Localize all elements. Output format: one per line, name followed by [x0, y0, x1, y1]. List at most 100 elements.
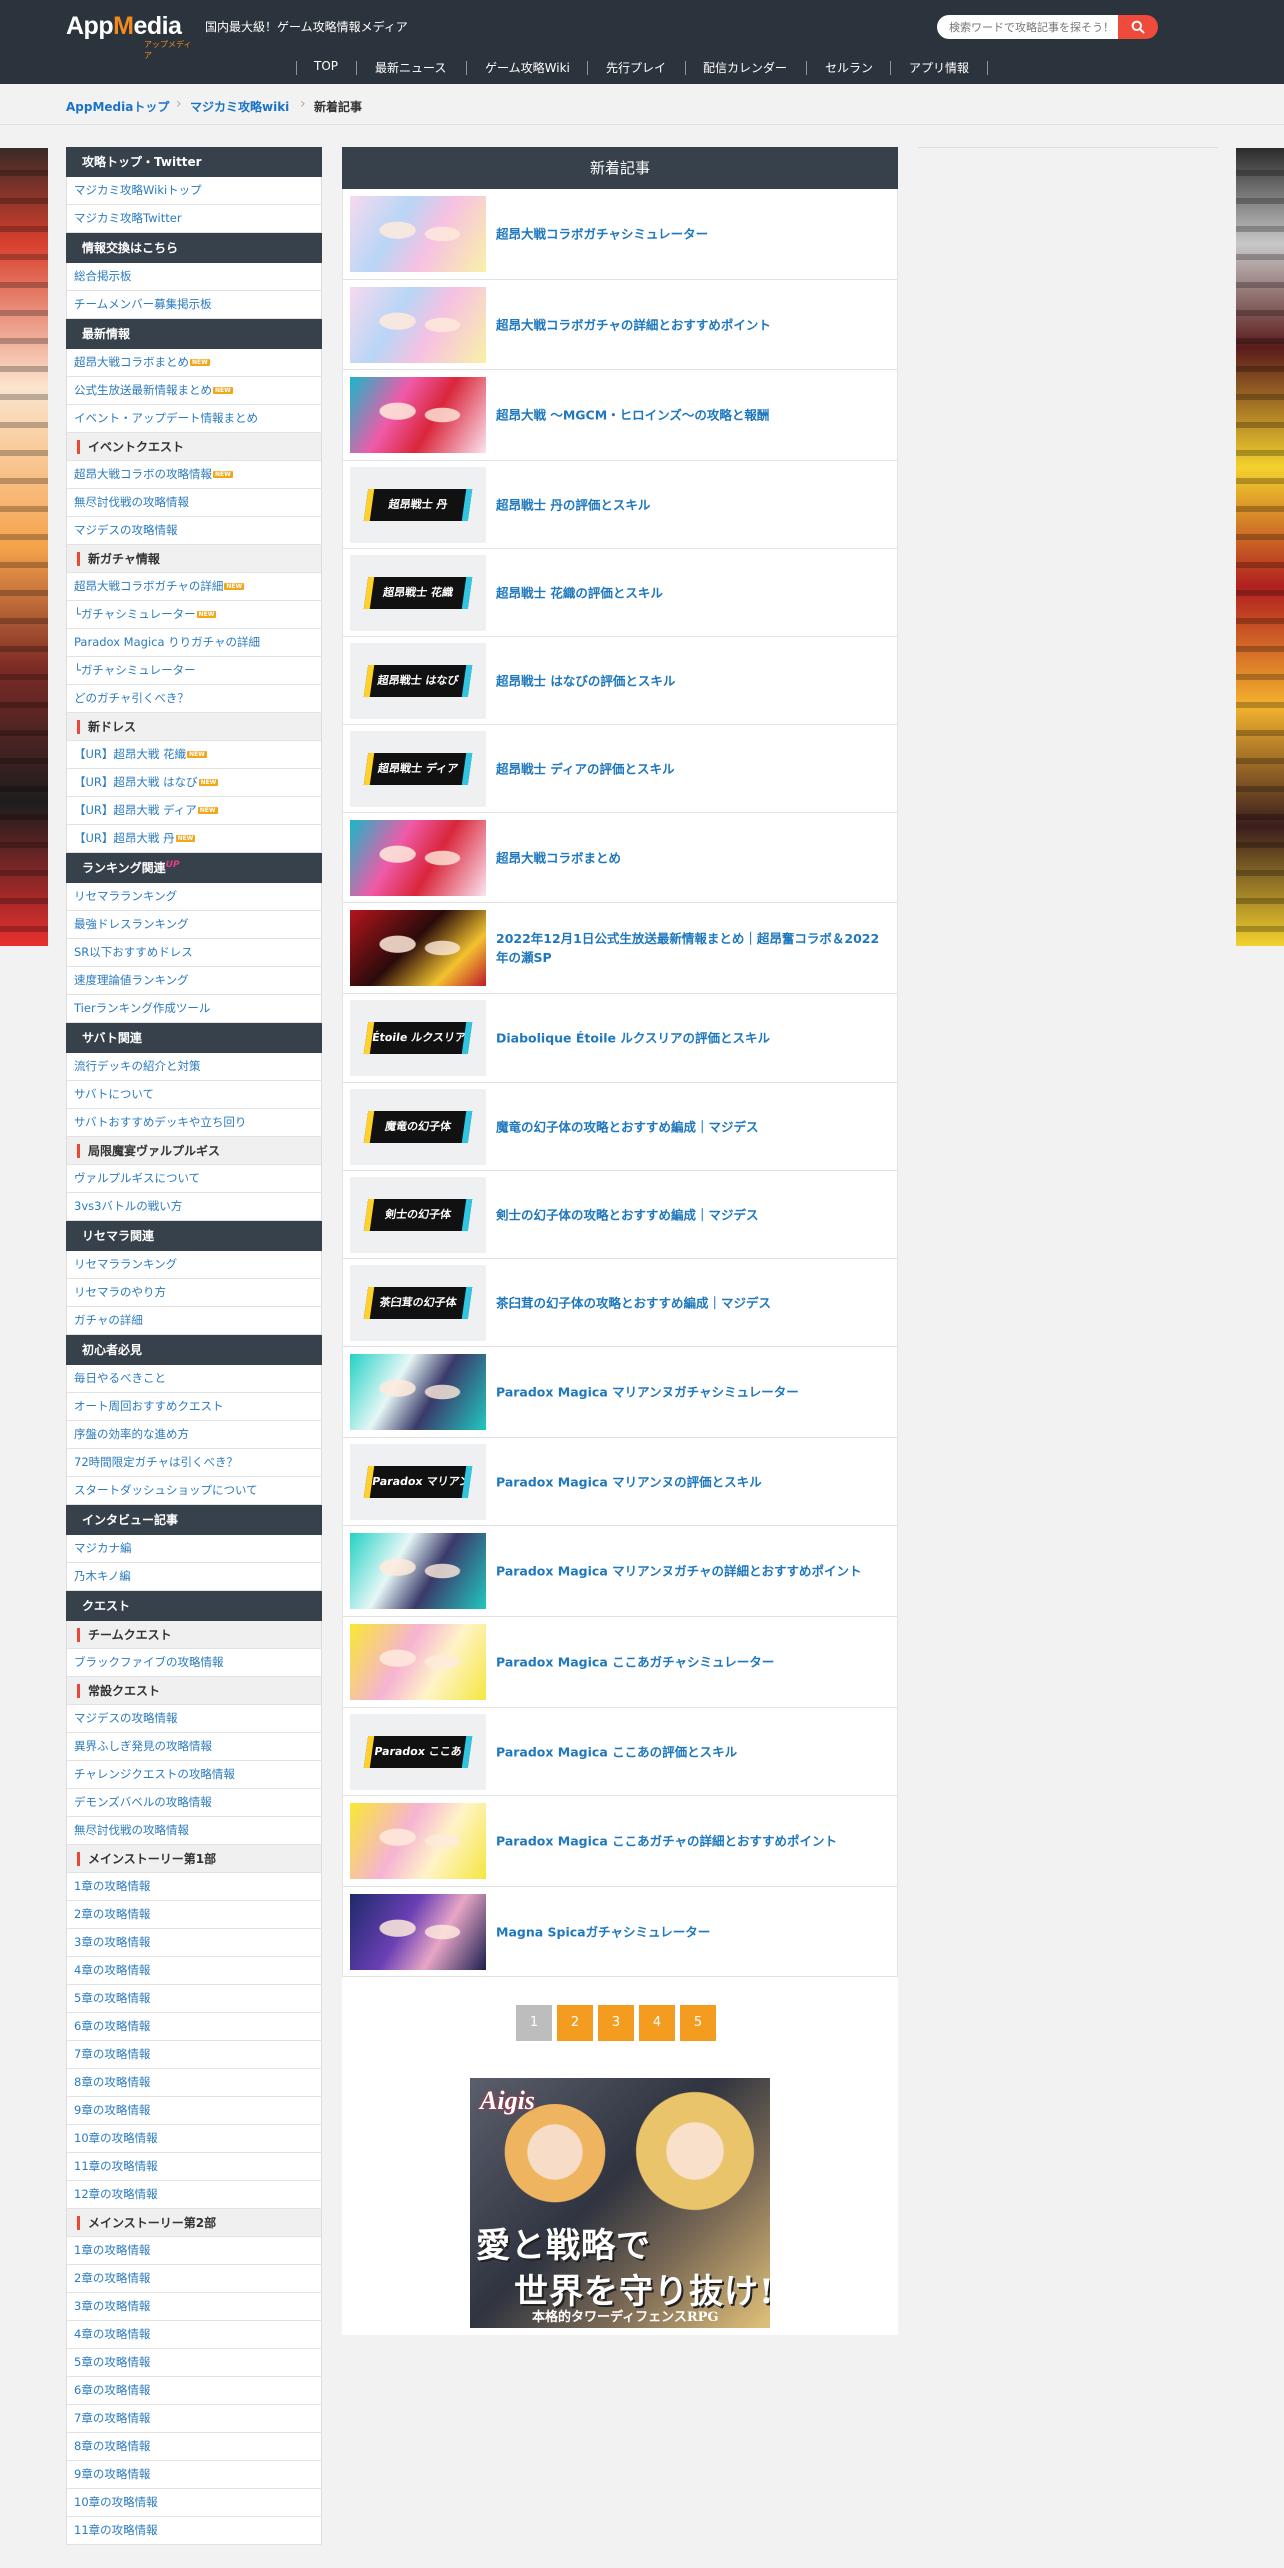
sidebar-item[interactable]: 最強ドレスランキング: [66, 911, 322, 939]
sidebar-item-link[interactable]: 9章の攻略情報: [74, 2103, 150, 2117]
sidebar-item[interactable]: オート周回おすすめクエスト: [66, 1393, 322, 1421]
sidebar-item-link[interactable]: チームメンバー募集掲示板: [74, 297, 212, 311]
article-title-link[interactable]: 超昂戦士 丹の評価とスキル: [496, 495, 889, 514]
sidebar-item-link[interactable]: マジデスの攻略情報: [74, 523, 178, 537]
sidebar-item-link[interactable]: 1章の攻略情報: [74, 1879, 150, 1893]
sidebar-item-link[interactable]: 8章の攻略情報: [74, 2075, 150, 2089]
article-row[interactable]: Paradox マリアンヌ Paradox Magica マリアンヌの評価とスキル: [342, 1438, 898, 1526]
sidebar-item[interactable]: マジデスの攻略情報: [66, 1705, 322, 1733]
sidebar-item[interactable]: デモンズバベルの攻略情報: [66, 1789, 322, 1817]
sidebar-item-link[interactable]: マジカミ攻略Wikiトップ: [74, 183, 202, 197]
sidebar-item[interactable]: 5章の攻略情報: [66, 2349, 322, 2377]
page-link[interactable]: 3: [598, 2005, 634, 2041]
sidebar-item[interactable]: Tierランキング作成ツール: [66, 995, 322, 1023]
article-title-link[interactable]: 超昂大戦コラボまとめ: [496, 848, 889, 867]
sidebar-item-link[interactable]: どのガチャ引くべき？: [74, 691, 189, 705]
sidebar-item[interactable]: チャレンジクエストの攻略情報: [66, 1761, 322, 1789]
page-link[interactable]: 2: [557, 2005, 593, 2041]
sidebar-item-link[interactable]: 無尽討伐戦の攻略情報: [74, 495, 189, 509]
sidebar-item[interactable]: マジカミ攻略Twitter: [66, 205, 322, 233]
sidebar-item-link[interactable]: └ガチャシミュレーター: [74, 607, 196, 621]
sidebar-item-link[interactable]: 9章の攻略情報: [74, 2467, 150, 2481]
sidebar-item[interactable]: 5章の攻略情報: [66, 1985, 322, 2013]
article-title-link[interactable]: Diabolique Étoile ルクスリアの評価とスキル: [496, 1029, 889, 1048]
sidebar-item[interactable]: 1章の攻略情報: [66, 2237, 322, 2265]
sidebar-item-link[interactable]: 10章の攻略情報: [74, 2495, 158, 2509]
sidebar-item-link[interactable]: オート周回おすすめクエスト: [74, 1399, 224, 1413]
article-title-link[interactable]: Paradox Magica マリアンヌガチャの詳細とおすすめポイント: [496, 1562, 889, 1581]
sidebar-item-link[interactable]: 超昂大戦コラボまとめ: [74, 355, 189, 369]
sidebar-item[interactable]: 3章の攻略情報: [66, 2293, 322, 2321]
sidebar-item-link[interactable]: マジカナ編: [74, 1541, 132, 1555]
sidebar-item-link[interactable]: Tierランキング作成ツール: [74, 1001, 210, 1015]
sidebar-item-link[interactable]: スタートダッシュショップについて: [74, 1483, 258, 1497]
nav-top[interactable]: TOP: [314, 59, 338, 73]
sidebar-item-link[interactable]: 3章の攻略情報: [74, 2299, 150, 2313]
sidebar-item-link[interactable]: 毎日やるべきこと: [74, 1371, 166, 1385]
sidebar-item[interactable]: 8章の攻略情報: [66, 2433, 322, 2461]
nav-latest-news[interactable]: 最新ニュース: [375, 59, 446, 76]
article-row[interactable]: 超昂戦士 ディア 超昂戦士 ディアの評価とスキル: [342, 725, 898, 813]
sidebar-item[interactable]: サバトについて: [66, 1081, 322, 1109]
article-title-link[interactable]: 剣士の幻子体の攻略とおすすめ編成｜マジデス: [496, 1205, 889, 1224]
sidebar-item-link[interactable]: 3章の攻略情報: [74, 1935, 150, 1949]
article-thumbnail[interactable]: [350, 377, 486, 453]
sidebar-item[interactable]: 流行デッキの紹介と対策: [66, 1053, 322, 1081]
page-link[interactable]: 4: [639, 2005, 675, 2041]
sidebar-item-link[interactable]: 序盤の効率的な進め方: [74, 1427, 189, 1441]
sidebar-item[interactable]: 【UR】超昂大戦 ディア NEW: [66, 797, 322, 825]
sidebar-item[interactable]: 9章の攻略情報: [66, 2461, 322, 2489]
sidebar-item-link[interactable]: ブラックファイブの攻略情報: [74, 1655, 224, 1669]
advertisement-banner[interactable]: Aigis 愛と戦略で 世界を守り抜け! 本格的タワーディフェンスRPG: [470, 2078, 770, 2328]
sidebar-item[interactable]: 毎日やるべきこと: [66, 1365, 322, 1393]
article-thumbnail[interactable]: Étoile ルクスリア: [350, 1000, 486, 1076]
sidebar-item[interactable]: 超昂大戦コラボガチャの詳細 NEW: [66, 573, 322, 601]
article-row[interactable]: 超昂戦士 花織 超昂戦士 花織の評価とスキル: [342, 549, 898, 637]
sidebar-item-link[interactable]: サバトについて: [74, 1087, 154, 1101]
article-row[interactable]: 茶臼茸の幻子体 茶臼茸の幻子体の攻略とおすすめ編成｜マジデス: [342, 1259, 898, 1347]
sidebar-item-link[interactable]: デモンズバベルの攻略情報: [74, 1795, 212, 1809]
sidebar-item[interactable]: 公式生放送最新情報まとめ NEW: [66, 377, 322, 405]
article-row[interactable]: Paradox Magica ここあガチャの詳細とおすすめポイント: [342, 1796, 898, 1887]
nav-game-wiki[interactable]: ゲーム攻略Wiki: [485, 59, 570, 76]
sidebar-item[interactable]: 10章の攻略情報: [66, 2489, 322, 2517]
sidebar-item[interactable]: ヴァルプルギスについて: [66, 1165, 322, 1193]
article-thumbnail[interactable]: 超昂戦士 花織: [350, 554, 486, 631]
sidebar-item[interactable]: サバトおすすめデッキや立ち回り: [66, 1109, 322, 1137]
sidebar-item-link[interactable]: Paradox Magica りりガチャの詳細: [74, 635, 260, 649]
article-title-link[interactable]: 超昂大戦コラボガチャの詳細とおすすめポイント: [496, 315, 889, 334]
sidebar-item[interactable]: 8章の攻略情報: [66, 2069, 322, 2097]
article-thumbnail[interactable]: [350, 286, 486, 363]
sidebar-item-link[interactable]: リセマラランキング: [74, 889, 177, 903]
sidebar-item-link[interactable]: 11章の攻略情報: [74, 2523, 158, 2537]
article-row[interactable]: 2022年12月1日公式生放送最新情報まとめ｜超昂奮コラボ＆2022年の瀬SP: [342, 903, 898, 994]
sidebar-item[interactable]: 6章の攻略情報: [66, 2377, 322, 2405]
sidebar-item[interactable]: 3章の攻略情報: [66, 1929, 322, 1957]
article-title-link[interactable]: 超昂戦士 花織の評価とスキル: [496, 583, 889, 602]
sidebar-item[interactable]: 【UR】超昂大戦 丹 NEW: [66, 825, 322, 853]
sidebar-item[interactable]: リセマラランキング: [66, 883, 322, 911]
article-thumbnail[interactable]: [350, 1533, 486, 1609]
sidebar-item[interactable]: 2章の攻略情報: [66, 2265, 322, 2293]
article-title-link[interactable]: Paradox Magica ここあガチャシミュレーター: [496, 1653, 889, 1672]
nav-release-calendar[interactable]: 配信カレンダー: [703, 59, 787, 76]
article-thumbnail[interactable]: Paradox ここあ: [350, 1713, 486, 1790]
sidebar-item[interactable]: 7章の攻略情報: [66, 2041, 322, 2069]
sidebar-item-link[interactable]: サバトおすすめデッキや立ち回り: [74, 1115, 246, 1129]
sidebar-item[interactable]: 4章の攻略情報: [66, 1957, 322, 1985]
sidebar-item-link[interactable]: 2章の攻略情報: [74, 2271, 150, 2285]
page-current[interactable]: 1: [516, 2005, 552, 2041]
sidebar-item-link[interactable]: 無尽討伐戦の攻略情報: [74, 1823, 189, 1837]
page-link[interactable]: 5: [680, 2005, 716, 2041]
breadcrumb-appmedia-top[interactable]: AppMediaトップ: [66, 98, 169, 115]
sidebar-item[interactable]: 11章の攻略情報: [66, 2153, 322, 2181]
search-button[interactable]: [1118, 15, 1158, 39]
sidebar-item[interactable]: 72時間限定ガチャは引くべき？: [66, 1449, 322, 1477]
article-row[interactable]: Paradox Magica マリアンヌガチャシミュレーター: [342, 1347, 898, 1438]
sidebar-item[interactable]: 6章の攻略情報: [66, 2013, 322, 2041]
article-title-link[interactable]: 超昂戦士 ディアの評価とスキル: [496, 759, 889, 778]
nav-app-info[interactable]: アプリ情報: [909, 59, 969, 76]
article-title-link[interactable]: 超昂大戦 ～MGCM・ヒロインズ～の攻略と報酬: [496, 406, 889, 425]
sidebar-item-link[interactable]: 12章の攻略情報: [74, 2187, 158, 2201]
article-thumbnail[interactable]: [350, 1354, 486, 1430]
